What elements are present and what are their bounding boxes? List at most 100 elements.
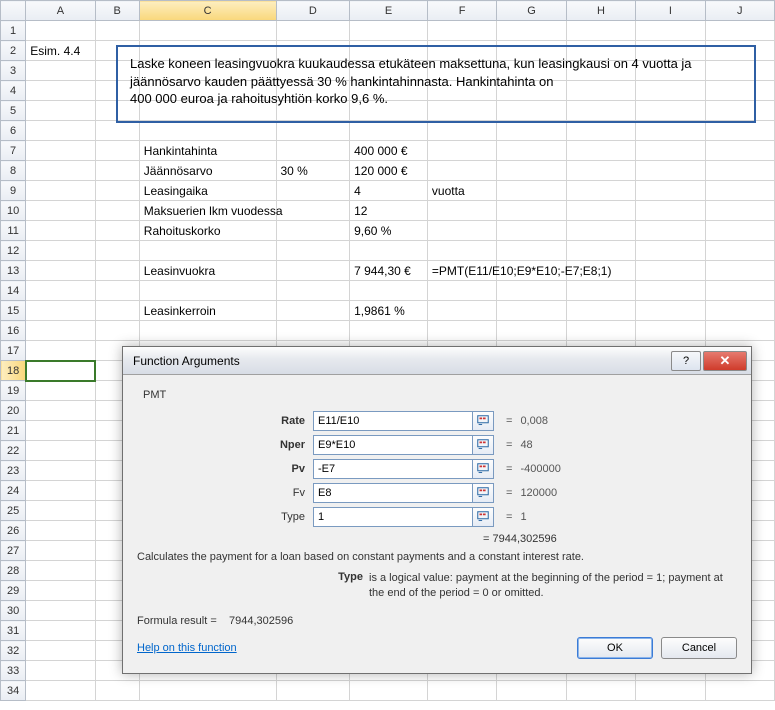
cell-B4[interactable]	[95, 81, 139, 101]
cell-B12[interactable]	[95, 241, 139, 261]
cell-C34[interactable]	[139, 681, 276, 701]
cell-A31[interactable]	[26, 621, 95, 641]
cell-A15[interactable]	[26, 301, 95, 321]
cell-A4[interactable]	[26, 81, 95, 101]
cell-E4[interactable]	[350, 81, 428, 101]
cell-H14[interactable]	[566, 281, 635, 301]
cell-A16[interactable]	[26, 321, 95, 341]
cell-F15[interactable]	[427, 301, 496, 321]
cell-G10[interactable]	[497, 201, 566, 221]
cell-A13[interactable]	[26, 261, 95, 281]
cell-F7[interactable]	[427, 141, 496, 161]
cell-J8[interactable]	[705, 161, 774, 181]
cell-C5[interactable]	[139, 101, 276, 121]
cell-A12[interactable]	[26, 241, 95, 261]
row-header-18[interactable]: 18	[1, 361, 26, 381]
col-header-A[interactable]: A	[26, 1, 95, 21]
cell-E13[interactable]: 7 944,30 €	[350, 261, 428, 281]
cell-E10[interactable]: 12	[350, 201, 428, 221]
cell-J7[interactable]	[705, 141, 774, 161]
row-header-3[interactable]: 3	[1, 61, 26, 81]
cell-B34[interactable]	[95, 681, 139, 701]
cell-C2[interactable]	[139, 41, 276, 61]
cell-E3[interactable]	[350, 61, 428, 81]
cell-E5[interactable]	[350, 101, 428, 121]
cell-I3[interactable]	[636, 61, 705, 81]
cell-A14[interactable]	[26, 281, 95, 301]
cell-A25[interactable]	[26, 501, 95, 521]
cell-D7[interactable]	[276, 141, 350, 161]
cell-H15[interactable]	[566, 301, 635, 321]
row-header-33[interactable]: 33	[1, 661, 26, 681]
cell-E6[interactable]	[350, 121, 428, 141]
row-header-26[interactable]: 26	[1, 521, 26, 541]
cell-G8[interactable]	[497, 161, 566, 181]
cell-I11[interactable]	[636, 221, 705, 241]
cell-E8[interactable]: 120 000 €	[350, 161, 428, 181]
cell-D3[interactable]	[276, 61, 350, 81]
cell-B16[interactable]	[95, 321, 139, 341]
cell-A17[interactable]	[26, 341, 95, 361]
cell-I5[interactable]	[636, 101, 705, 121]
cell-A8[interactable]	[26, 161, 95, 181]
cell-F9[interactable]: vuotta	[427, 181, 496, 201]
cell-A30[interactable]	[26, 601, 95, 621]
cell-D4[interactable]	[276, 81, 350, 101]
cell-H1[interactable]	[566, 21, 635, 41]
cell-I34[interactable]	[636, 681, 705, 701]
cell-H5[interactable]	[566, 101, 635, 121]
ok-button[interactable]: OK	[577, 637, 653, 659]
cell-I15[interactable]	[636, 301, 705, 321]
cell-E1[interactable]	[350, 21, 428, 41]
cell-A28[interactable]	[26, 561, 95, 581]
cell-H7[interactable]	[566, 141, 635, 161]
cell-G15[interactable]	[497, 301, 566, 321]
close-button[interactable]: ✕	[703, 351, 747, 371]
cell-I12[interactable]	[636, 241, 705, 261]
cell-A34[interactable]	[26, 681, 95, 701]
cell-A11[interactable]	[26, 221, 95, 241]
cell-J6[interactable]	[705, 121, 774, 141]
cell-C8[interactable]: Jäännösarvo	[139, 161, 276, 181]
col-header-H[interactable]: H	[566, 1, 635, 21]
cell-C4[interactable]	[139, 81, 276, 101]
row-header-14[interactable]: 14	[1, 281, 26, 301]
range-selector-icon[interactable]	[472, 483, 494, 503]
col-header-E[interactable]: E	[350, 1, 428, 21]
cell-B7[interactable]	[95, 141, 139, 161]
select-all-corner[interactable]	[1, 1, 26, 21]
cell-G11[interactable]	[497, 221, 566, 241]
cell-F12[interactable]	[427, 241, 496, 261]
cell-D5[interactable]	[276, 101, 350, 121]
row-header-22[interactable]: 22	[1, 441, 26, 461]
cell-J16[interactable]	[705, 321, 774, 341]
cell-H8[interactable]	[566, 161, 635, 181]
cell-A23[interactable]	[26, 461, 95, 481]
cell-G3[interactable]	[497, 61, 566, 81]
cell-G14[interactable]	[497, 281, 566, 301]
cell-H16[interactable]	[566, 321, 635, 341]
cell-A20[interactable]	[26, 401, 95, 421]
row-header-7[interactable]: 7	[1, 141, 26, 161]
cell-H2[interactable]	[566, 41, 635, 61]
cell-G1[interactable]	[497, 21, 566, 41]
cell-G34[interactable]	[497, 681, 566, 701]
cell-A21[interactable]	[26, 421, 95, 441]
arg-input-type[interactable]	[313, 507, 473, 527]
cell-I6[interactable]	[636, 121, 705, 141]
cell-H12[interactable]	[566, 241, 635, 261]
cell-J3[interactable]	[705, 61, 774, 81]
cell-J12[interactable]	[705, 241, 774, 261]
cell-D11[interactable]	[276, 221, 350, 241]
cell-A3[interactable]	[26, 61, 95, 81]
cell-C6[interactable]	[139, 121, 276, 141]
cell-G5[interactable]	[497, 101, 566, 121]
row-header-2[interactable]: 2	[1, 41, 26, 61]
cell-D34[interactable]	[276, 681, 350, 701]
cell-G9[interactable]	[497, 181, 566, 201]
cell-B5[interactable]	[95, 101, 139, 121]
cell-C14[interactable]	[139, 281, 276, 301]
cell-A10[interactable]	[26, 201, 95, 221]
cell-A1[interactable]	[26, 21, 95, 41]
cell-J13[interactable]	[705, 261, 774, 281]
